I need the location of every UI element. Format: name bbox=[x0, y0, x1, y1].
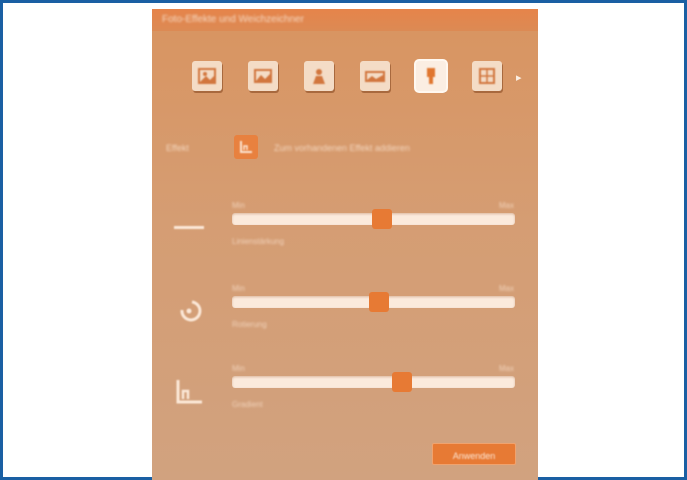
option-label: Effekt bbox=[166, 143, 189, 153]
tool-portrait-button[interactable] bbox=[304, 61, 334, 91]
slider-min-label: Min bbox=[232, 364, 245, 373]
slider-thumb[interactable] bbox=[369, 292, 390, 312]
effect-option-row: Effekt Zum vorhandenen Effekt addieren bbox=[162, 133, 532, 163]
slider-min-label: Min bbox=[232, 201, 245, 210]
slider-group-line: Min Max Linienstärkung bbox=[152, 201, 538, 271]
grid-icon bbox=[479, 68, 495, 84]
slider-max-label: Max bbox=[498, 364, 514, 373]
tool-grid-button[interactable] bbox=[472, 61, 502, 91]
line-strength-slider[interactable] bbox=[232, 209, 515, 229]
apply-button[interactable]: Anwenden bbox=[432, 443, 516, 465]
tool-picture-button[interactable] bbox=[192, 61, 222, 91]
slider-group-rotation: Min Max Rotierung bbox=[152, 284, 538, 354]
slider-max-label: Max bbox=[498, 201, 514, 210]
tool-figure-button[interactable] bbox=[416, 61, 446, 91]
title-bar: Foto-Effekte und Weichzeichner bbox=[152, 9, 538, 31]
toolbar-next-arrow[interactable]: ▸ bbox=[516, 71, 522, 84]
slider-min-label: Min bbox=[232, 284, 245, 293]
gradient-slider[interactable] bbox=[232, 372, 515, 392]
slider-caption: Linienstärkung bbox=[232, 237, 285, 246]
slider-thumb[interactable] bbox=[391, 372, 412, 392]
line-icon bbox=[174, 226, 204, 229]
picture-icon bbox=[198, 68, 216, 84]
slider-thumb[interactable] bbox=[371, 209, 392, 229]
slider-group-gradient: Min Max Gradient bbox=[152, 364, 538, 434]
chart-corner-icon bbox=[240, 141, 252, 153]
slider-caption: Rotierung bbox=[232, 320, 267, 329]
portrait-icon bbox=[313, 69, 325, 84]
tool-landscape-button[interactable] bbox=[248, 61, 278, 91]
effect-toolbar: ▸ bbox=[192, 61, 532, 101]
rotation-slider[interactable] bbox=[232, 292, 515, 312]
tool-panorama-button[interactable] bbox=[360, 61, 390, 91]
figure-icon bbox=[427, 68, 435, 84]
option-text: Zum vorhandenen Effekt addieren bbox=[274, 143, 410, 153]
landscape-icon bbox=[254, 69, 272, 83]
panorama-icon bbox=[365, 71, 385, 82]
apply-button-label: Anwenden bbox=[452, 451, 496, 461]
slider-icon-box bbox=[172, 213, 206, 243]
slider-max-label: Max bbox=[498, 284, 514, 293]
window-title: Foto-Effekte und Weichzeichner bbox=[162, 14, 304, 25]
slider-icon-box bbox=[172, 296, 206, 326]
chart-corner-icon bbox=[176, 380, 202, 404]
spiral-icon bbox=[180, 300, 202, 322]
slider-icon-box bbox=[172, 376, 206, 406]
add-effect-toggle[interactable] bbox=[234, 135, 258, 159]
effects-panel: Foto-Effekte und Weichzeichner ▸ Effekt … bbox=[152, 9, 538, 480]
slider-caption: Gradient bbox=[232, 400, 263, 409]
